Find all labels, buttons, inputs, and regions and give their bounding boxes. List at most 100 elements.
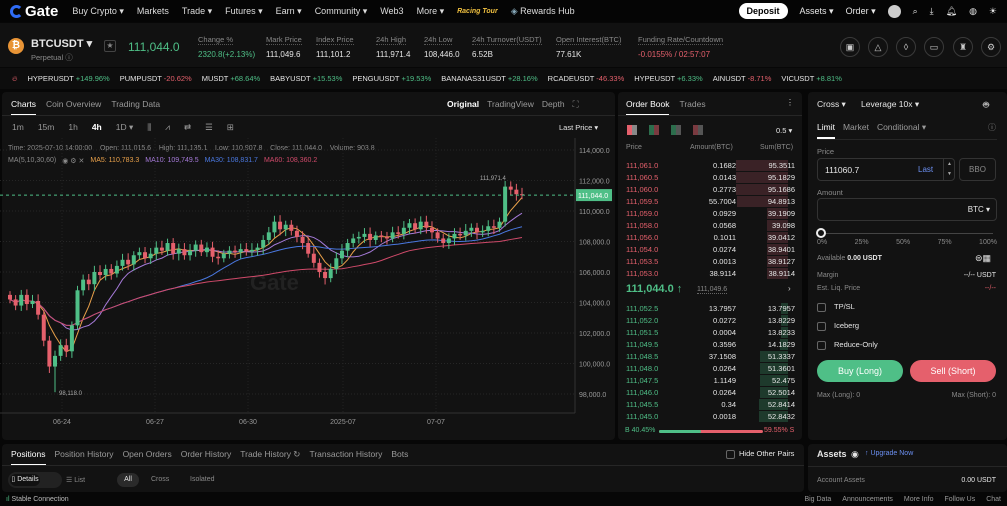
hot-pair[interactable]: BANANAS31USDT +28.16% <box>441 74 537 83</box>
nav-markets[interactable]: Markets <box>137 6 169 16</box>
nav-futures[interactable]: Futures ▾ <box>225 6 263 17</box>
filter-all[interactable]: All <box>117 473 139 487</box>
tab-limit[interactable]: Limit <box>817 122 835 139</box>
bot-icon[interactable]: 🤖︎ <box>983 98 989 112</box>
avatar[interactable] <box>887 4 901 18</box>
interval-1d[interactable]: 1D ▾ <box>116 122 134 133</box>
view-tradingview[interactable]: TradingView <box>487 99 534 110</box>
amount-unit-select[interactable]: BTC ▾ <box>968 205 990 214</box>
hot-pair[interactable]: MUSDT +68.64% <box>202 74 260 83</box>
hot-pair[interactable]: RCADEUSDT -46.33% <box>548 74 625 83</box>
alert-icon[interactable]: ♜ <box>953 37 973 57</box>
price-stepper[interactable]: ▲ ▼ <box>943 159 955 180</box>
candle-type-icon[interactable]: ⫼ <box>147 122 151 133</box>
layout-bids-only-icon[interactable] <box>671 125 681 135</box>
slider-0[interactable]: 0% <box>817 239 827 246</box>
layout-both-icon[interactable] <box>627 125 637 135</box>
buy-long-button[interactable]: Buy (Long) <box>817 360 903 382</box>
positions-tab[interactable]: Bots <box>391 449 408 466</box>
nav-web3[interactable]: Web3 <box>380 6 403 16</box>
chevron-right-icon[interactable]: › <box>788 284 791 293</box>
hide-other-pairs-checkbox[interactable]: Hide Other Pairs <box>726 449 794 459</box>
leverage-select[interactable]: Leverage 10x ▾ <box>861 99 919 110</box>
assets-menu[interactable]: Assets ▾ <box>800 6 834 17</box>
bid-row[interactable]: 111,047.5 1.1149 52.475 <box>618 375 802 387</box>
favorite-star-icon[interactable]: ★ <box>104 40 116 52</box>
footer-link[interactable]: Big Data <box>804 496 831 503</box>
bid-row[interactable]: 111,052.0 0.0272 13.8229 <box>618 315 802 327</box>
bid-row[interactable]: 111,051.5 0.0004 13.8233 <box>618 327 802 339</box>
fullscreen-icon[interactable]: ⛶ <box>573 99 579 110</box>
eye-icon[interactable]: ◉ <box>851 449 859 460</box>
search-icon[interactable]: ⌕ <box>913 6 918 17</box>
ask-row[interactable]: 111,058.0 0.0568 39.098 <box>618 220 802 232</box>
ask-row[interactable]: 111,061.0 0.1682 95.3511 <box>618 160 802 172</box>
footer-link[interactable]: Follow Us <box>944 496 975 503</box>
filter-isolated[interactable]: Isolated <box>190 476 215 483</box>
indicator-icon[interactable]: ⩘ <box>165 122 170 133</box>
bid-row[interactable]: 111,049.5 0.3596 14.1829 <box>618 339 802 351</box>
list-view-button[interactable]: ☰ List <box>66 476 85 484</box>
ticket-icon[interactable]: ▭ <box>924 37 944 57</box>
tab-trades[interactable]: Trades <box>679 99 705 116</box>
bell-icon[interactable]: 🔔︎ <box>946 6 957 17</box>
ask-row[interactable]: 111,060.5 0.0143 95.1829 <box>618 172 802 184</box>
footer-link[interactable]: More Info <box>904 496 934 503</box>
bid-row[interactable]: 111,048.0 0.0264 51.3601 <box>618 363 802 375</box>
hot-pair[interactable]: PUMPUSDT -20.62% <box>120 74 192 83</box>
deposit-button[interactable]: Deposit <box>738 3 788 19</box>
ask-row[interactable]: 111,053.5 0.0013 38.9127 <box>618 256 802 268</box>
bid-row[interactable]: 111,052.5 13.7957 13.7957 <box>618 303 802 315</box>
details-view-button[interactable]: ▯ Details <box>10 474 40 486</box>
candlestick-chart[interactable]: 114,000.0 112,000.0 110,000.0 108,000.0 106,… <box>0 138 615 438</box>
slider-50[interactable]: 50% <box>896 239 910 246</box>
amount-input[interactable]: BTC ▾ <box>817 198 997 221</box>
ask-row[interactable]: 111,059.0 0.0929 39.1909 <box>618 208 802 220</box>
leaf-icon[interactable]: ◊ <box>896 37 916 57</box>
interval-4h[interactable]: 4h <box>92 122 102 133</box>
slider-25[interactable]: 25% <box>855 239 869 246</box>
nav-buy-crypto[interactable]: Buy Crypto ▾ <box>72 6 124 17</box>
bid-row[interactable]: 111,045.0 0.0018 52.8432 <box>618 411 802 423</box>
positions-tab[interactable]: Trade History ↻ <box>240 449 300 466</box>
price-input[interactable]: 111060.7 Last ▲ ▼ <box>817 158 955 181</box>
sell-short-button[interactable]: Sell (Short) <box>910 360 996 382</box>
interval-1m[interactable]: 1m <box>12 122 24 133</box>
hot-pair[interactable]: PENGUUSDT +19.53% <box>352 74 431 83</box>
price-type-select[interactable]: Last Price ▾ <box>559 123 598 132</box>
theme-sun-icon[interactable]: ☀ <box>989 6 997 17</box>
tab-trading-data[interactable]: Trading Data <box>111 99 160 116</box>
symbol-selector[interactable]: BTCUSDT ▾ <box>31 37 92 50</box>
view-original[interactable]: Original <box>447 99 479 110</box>
info-icon[interactable]: ⓘ <box>988 122 996 133</box>
hot-pair[interactable]: VICUSDT +8.81% <box>781 74 842 83</box>
interval-15m[interactable]: 15m <box>38 122 55 133</box>
racing-tour-banner[interactable]: Racing Tour <box>457 8 498 15</box>
positions-tab[interactable]: Transaction History <box>309 449 382 466</box>
reduce-only-checkbox[interactable]: Reduce-Only <box>817 340 878 350</box>
iceberg-checkbox[interactable]: Iceberg <box>817 321 859 331</box>
bid-row[interactable]: 111,048.5 37.1508 51.3337 <box>618 351 802 363</box>
amount-slider-handle[interactable] <box>816 228 826 238</box>
layout-icon[interactable]: ⊞ <box>227 122 234 133</box>
swap-icon[interactable]: ⇄ <box>184 122 191 133</box>
nav-earn[interactable]: Earn ▾ <box>276 6 302 17</box>
ask-row[interactable]: 111,059.5 55.7004 94.8913 <box>618 196 802 208</box>
hot-pair[interactable]: AINUSDT -8.71% <box>713 74 772 83</box>
slider-100[interactable]: 100% <box>979 239 997 246</box>
tab-market[interactable]: Market <box>843 122 869 139</box>
bid-row[interactable]: 111,046.0 0.0264 52.5014 <box>618 387 802 399</box>
nav-rewards-hub[interactable]: ◈ Rewards Hub <box>511 6 575 17</box>
calendar-icon[interactable]: ▣ <box>840 37 860 57</box>
order-menu[interactable]: Order ▾ <box>846 6 876 17</box>
nav-community[interactable]: Community ▾ <box>315 6 368 17</box>
layout-bids-icon[interactable] <box>649 125 659 135</box>
ask-row[interactable]: 111,060.0 0.2773 95.1686 <box>618 184 802 196</box>
nav-more[interactable]: More ▾ <box>417 6 445 17</box>
transfer-icon[interactable]: ⊜▦ <box>975 253 991 264</box>
gate-logo[interactable]: Gate <box>10 3 58 20</box>
globe-icon[interactable]: ◍ <box>969 6 977 17</box>
more-menu-icon[interactable]: ⋮ <box>786 98 794 107</box>
hot-pair[interactable]: HYPERUSDT +149.96% <box>28 74 110 83</box>
upgrade-now-link[interactable]: ↑ Upgrade Now <box>865 450 913 457</box>
